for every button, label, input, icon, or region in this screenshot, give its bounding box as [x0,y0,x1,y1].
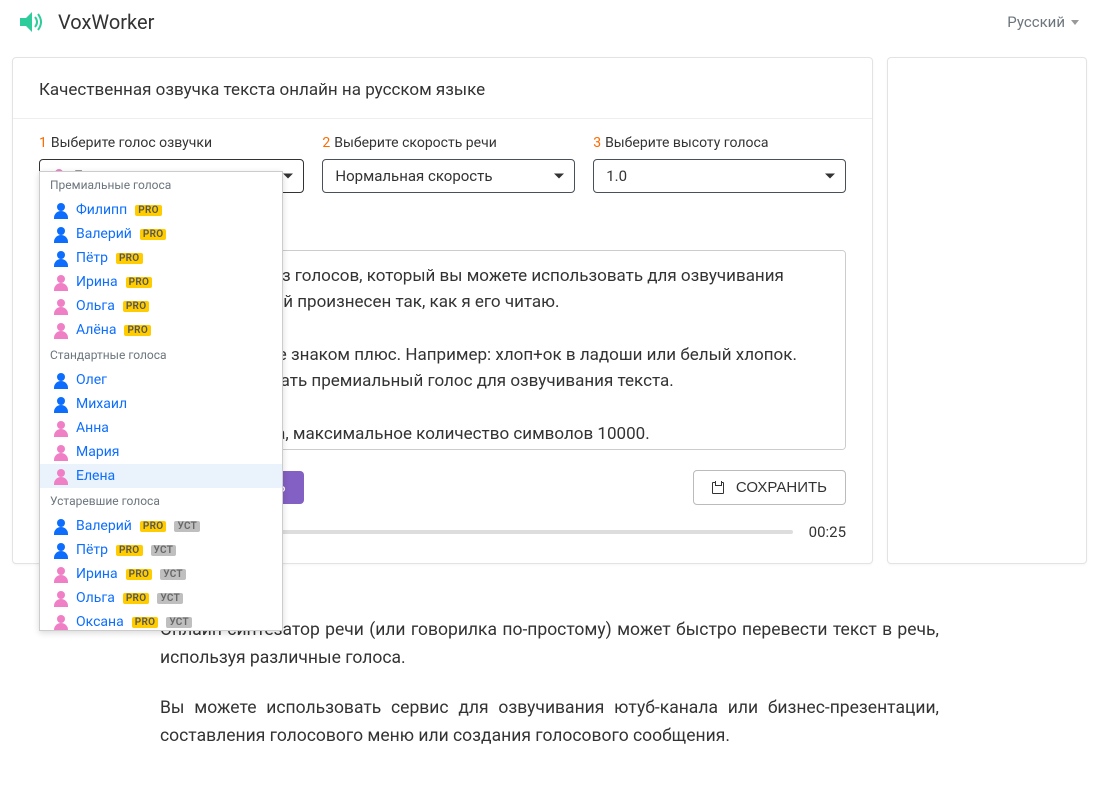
voice-option[interactable]: Пётр PRO УСТ [40,538,282,562]
language-select[interactable]: Русский [1007,13,1079,31]
voice-option[interactable]: Ирина PRO УСТ [40,562,282,586]
main-card: Качественная озвучка текста онлайн на ру… [12,57,873,564]
voice-option[interactable]: Ольга PRO УСТ [40,586,282,610]
voice-option-name: Елена [76,468,115,484]
step-voice-label: 1Выберите голос озвучки [39,135,304,151]
voice-option[interactable]: Елена [40,464,282,488]
voice-option-name: Анна [76,420,109,436]
step-pitch-label: 3Выберите высоту голоса [593,135,846,151]
deprecated-badge: УСТ [174,521,200,532]
person-icon [54,299,68,313]
pro-badge: PRO [140,521,167,532]
voice-dropdown[interactable]: Премиальные голосаФилиппPROВалерийPROПёт… [39,171,283,631]
voice-option-name: Валерий [76,226,132,242]
brand-name: VoxWorker [58,10,154,34]
voice-option[interactable]: Олег [40,368,282,392]
page-title: Качественная озвучка текста онлайн на ру… [39,80,846,100]
voice-option[interactable]: Михаил [40,392,282,416]
language-label: Русский [1007,13,1065,31]
deprecated-badge: УСТ [151,545,177,556]
voice-option[interactable]: Ольга PRO [40,294,282,318]
time-display: 00:25 [809,523,846,541]
voice-option[interactable]: Филипп PRO [40,198,282,222]
person-icon [54,543,68,557]
voice-option-name: Мария [76,444,119,460]
voice-option[interactable]: Анна [40,416,282,440]
voice-option-name: Алёна [76,322,116,338]
caret-down-icon [283,174,293,179]
speed-select-value: Нормальная скорость [335,167,492,185]
pro-badge: PRO [135,205,162,216]
voice-group-header: Премиальные голоса [40,172,282,198]
pro-badge: PRO [124,325,151,336]
chevron-down-icon [1071,20,1079,25]
voice-group-header: Стандартные голоса [40,342,282,368]
voice-option-name: Пётр [76,542,108,558]
pitch-select[interactable]: 1.0 [593,159,846,193]
voice-option-name: Ольга [76,590,115,606]
voice-option-name: Ирина [76,566,118,582]
voice-option-name: Валерий [76,518,132,534]
person-icon [54,421,68,435]
voice-option-name: Пётр [76,250,108,266]
person-icon [54,519,68,533]
voice-option-name: Михаил [76,396,127,412]
person-icon [54,323,68,337]
save-icon [712,482,724,494]
voice-option[interactable]: Оксана PRO УСТ [40,610,282,631]
person-icon [54,469,68,483]
voice-option-name: Ирина [76,274,118,290]
person-icon [54,251,68,265]
pro-badge: PRO [123,593,150,604]
person-icon [54,373,68,387]
caret-down-icon [554,174,564,179]
voice-option[interactable]: Валерий PRO [40,222,282,246]
voice-option[interactable]: Ирина PRO [40,270,282,294]
step-speed-label: 2Выберите скорость речи [322,135,575,151]
pro-badge: PRO [132,617,159,628]
speed-select[interactable]: Нормальная скорость [322,159,575,193]
person-icon [54,203,68,217]
logo-icon [20,12,46,32]
deprecated-badge: УСТ [166,617,192,628]
pitch-select-value: 1.0 [606,167,627,185]
pro-badge: PRO [116,253,143,264]
voice-option[interactable]: Пётр PRO [40,246,282,270]
voice-option[interactable]: Мария [40,440,282,464]
voice-option-name: Филипп [76,202,127,218]
voice-option-name: Ольга [76,298,115,314]
pro-badge: PRO [123,301,150,312]
person-icon [54,397,68,411]
voice-group-header: Устаревшие голоса [40,488,282,514]
save-button[interactable]: СОХРАНИТЬ [693,470,846,505]
deprecated-badge: УСТ [157,593,183,604]
person-icon [54,275,68,289]
voice-option[interactable]: Алёна PRO [40,318,282,342]
pro-badge: PRO [140,229,167,240]
deprecated-badge: УСТ [160,569,186,580]
brand[interactable]: VoxWorker [20,10,154,34]
voice-option-name: Оксана [76,614,124,630]
pro-badge: PRO [126,569,153,580]
person-icon [54,445,68,459]
pro-badge: PRO [126,277,153,288]
caret-down-icon [825,174,835,179]
pro-badge: PRO [116,545,143,556]
person-icon [54,591,68,605]
voice-option-name: Олег [76,372,107,388]
save-button-label: СОХРАНИТЬ [736,479,827,496]
side-card [887,57,1087,564]
person-icon [54,615,68,629]
person-icon [54,227,68,241]
voice-option[interactable]: Валерий PRO УСТ [40,514,282,538]
person-icon [54,567,68,581]
